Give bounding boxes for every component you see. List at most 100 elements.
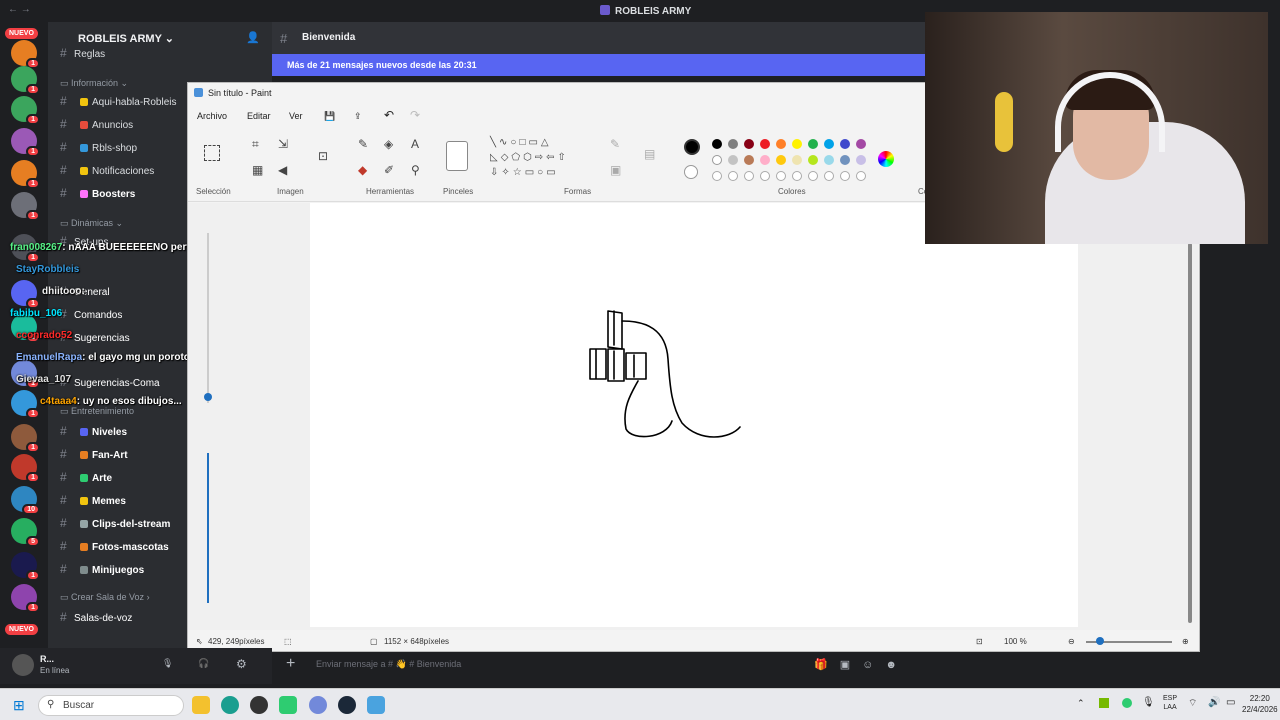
picker-icon[interactable]: ✐ xyxy=(384,163,394,177)
server-icon[interactable]: 1 xyxy=(11,160,40,189)
canvas-scrollbar[interactable] xyxy=(1188,243,1192,623)
fill-style-icon[interactable]: ▣ xyxy=(610,163,621,177)
steam-icon[interactable] xyxy=(338,696,356,714)
category-dinamicas[interactable]: ▭ Dinámicas ⌄ xyxy=(60,218,123,229)
resize-icon[interactable]: ⇲ xyxy=(278,137,288,151)
empty-swatch[interactable] xyxy=(712,171,722,181)
color-swatch[interactable] xyxy=(824,155,834,165)
clock[interactable]: 22:20 22/4/2026 xyxy=(1242,693,1278,715)
empty-swatch[interactable] xyxy=(744,171,754,181)
color-swatch[interactable] xyxy=(776,139,786,149)
volume-icon[interactable]: 🔊 xyxy=(1208,697,1220,708)
new-messages-banner[interactable]: Más de 21 mensajes nuevos desde las 20:3… xyxy=(272,54,925,76)
color-swatch[interactable] xyxy=(792,155,802,165)
server-icon[interactable]: 1 xyxy=(11,96,40,125)
color-swatch[interactable] xyxy=(840,155,850,165)
mic-tray-icon[interactable]: 🎙 xyxy=(1142,697,1155,708)
menu-editar[interactable]: Editar xyxy=(247,111,271,121)
empty-swatch[interactable] xyxy=(760,171,770,181)
server-icon[interactable]: 1 xyxy=(11,40,40,69)
channel-memes[interactable]: # Memes xyxy=(60,493,126,513)
color1-swatch[interactable] xyxy=(684,139,700,155)
message-tools-icon[interactable]: 🎁▣☺☻ xyxy=(814,658,909,671)
edit-colors-icon[interactable] xyxy=(878,151,894,167)
pencil-icon[interactable]: ✎ xyxy=(358,137,368,151)
flip-icon[interactable]: ◀ xyxy=(278,163,287,177)
channel-boosters[interactable]: # Boosters xyxy=(60,186,135,206)
server-icon[interactable]: 1 xyxy=(11,454,40,483)
paint-app-icon[interactable] xyxy=(367,696,385,714)
color-swatch[interactable] xyxy=(776,155,786,165)
zoom-in-icon[interactable]: ⊕ xyxy=(1182,637,1189,646)
empty-swatch[interactable] xyxy=(728,171,738,181)
tray-app-icon[interactable] xyxy=(1122,698,1132,708)
message-input[interactable]: + Enviar mensaje a # 👋 # Bienvenida 🎁▣☺☻ xyxy=(272,652,925,678)
zoom-level[interactable]: 100 % xyxy=(1004,637,1027,646)
menu-archivo[interactable]: Archivo xyxy=(197,111,227,121)
color-swatch[interactable] xyxy=(808,139,818,149)
server-icon[interactable]: 1 xyxy=(11,192,40,221)
channel-aqui-habla[interactable]: # Aqui-habla-Robleis xyxy=(60,94,177,114)
empty-swatch[interactable] xyxy=(856,171,866,181)
color-swatch[interactable] xyxy=(856,139,866,149)
size-icon[interactable]: ▤ xyxy=(644,147,655,161)
server-icon[interactable]: 1 xyxy=(11,280,40,309)
plus-icon[interactable]: + xyxy=(286,655,295,673)
channel-niveles[interactable]: # Niveles xyxy=(60,424,127,444)
channel-clips[interactable]: # Clips-del-stream xyxy=(60,516,170,536)
fill-icon[interactable]: ◈ xyxy=(384,137,393,151)
undo-icon[interactable]: ↶ xyxy=(384,108,394,122)
settings-icon[interactable]: ⚙ xyxy=(236,657,247,671)
channel-rbls-shop[interactable]: # Rbls-shop xyxy=(60,140,137,160)
color2-swatch[interactable] xyxy=(684,165,698,179)
color-swatch[interactable] xyxy=(760,139,770,149)
server-icon[interactable]: 1 xyxy=(11,584,40,613)
new-badge-bottom[interactable]: NUEVO xyxy=(5,624,38,635)
edge-icon[interactable] xyxy=(221,696,239,714)
magnifier-icon[interactable]: ⚲ xyxy=(411,163,420,177)
channel-comandos[interactable]: # Comandos xyxy=(60,307,122,327)
add-member-icon[interactable]: 👤 xyxy=(246,31,260,44)
color-swatch[interactable] xyxy=(824,139,834,149)
color-swatch[interactable] xyxy=(856,155,866,165)
windows-start-icon[interactable]: ⊞ xyxy=(13,697,25,714)
server-icon[interactable]: 5 xyxy=(11,518,40,547)
empty-swatch[interactable] xyxy=(808,171,818,181)
rotate-icon[interactable]: ▦ xyxy=(252,163,263,177)
brush-icon[interactable] xyxy=(446,141,468,171)
server-icon[interactable]: 1 xyxy=(11,552,40,581)
color-swatch[interactable] xyxy=(840,139,850,149)
channel-minijuegos[interactable]: # Minijuegos xyxy=(60,562,144,582)
zoom-slider-left[interactable] xyxy=(202,223,214,608)
server-icon[interactable]: 1 xyxy=(11,128,40,157)
channel-sugerencias-coma[interactable]: # Sugerencias-Coma xyxy=(60,375,160,395)
color-swatch[interactable] xyxy=(712,139,722,149)
zoom-slider-thumb[interactable] xyxy=(1096,637,1104,645)
taskbar-search[interactable]: ⚲ Buscar xyxy=(38,695,184,716)
zoom-out-icon[interactable]: ⊖ xyxy=(1068,637,1075,646)
color-swatch[interactable] xyxy=(808,155,818,165)
server-icon[interactable]: 10 xyxy=(11,486,40,515)
language-indicator[interactable]: ESP LAA xyxy=(1163,694,1177,712)
channel-salas[interactable]: # Salas-de-voz xyxy=(60,610,132,630)
channel-arte[interactable]: # Arte xyxy=(60,470,112,490)
tray-chevron-icon[interactable]: ⌃ xyxy=(1077,698,1085,709)
channel-fan-art[interactable]: # Fan-Art xyxy=(60,447,128,467)
server-icon[interactable]: 1 xyxy=(11,390,40,419)
color-swatch[interactable] xyxy=(792,139,802,149)
color-swatch[interactable] xyxy=(744,139,754,149)
color-swatch[interactable] xyxy=(728,155,738,165)
channel-fotos[interactable]: # Fotos-mascotas xyxy=(60,539,169,559)
shapes-icon[interactable]: ╲∿○□▭△ ◺◇⬠⬡⇨⇦⇧ ⇩✧☆▭○▭ xyxy=(490,135,600,180)
new-badge-top[interactable]: NUEVO xyxy=(5,28,38,39)
category-informacion[interactable]: ▭ Información ⌄ xyxy=(60,78,128,89)
channel-notificaciones[interactable]: # Notificaciones xyxy=(60,163,154,183)
server-icon[interactable]: 1 xyxy=(11,66,40,95)
app-icon[interactable] xyxy=(279,696,297,714)
nvidia-icon[interactable] xyxy=(1099,698,1109,708)
outline-icon[interactable]: ✎ xyxy=(610,137,620,151)
color-swatch[interactable] xyxy=(712,155,722,165)
empty-swatch[interactable] xyxy=(792,171,802,181)
text-icon[interactable]: A xyxy=(411,137,419,151)
back-arrow-icon[interactable]: ← → xyxy=(8,4,31,15)
